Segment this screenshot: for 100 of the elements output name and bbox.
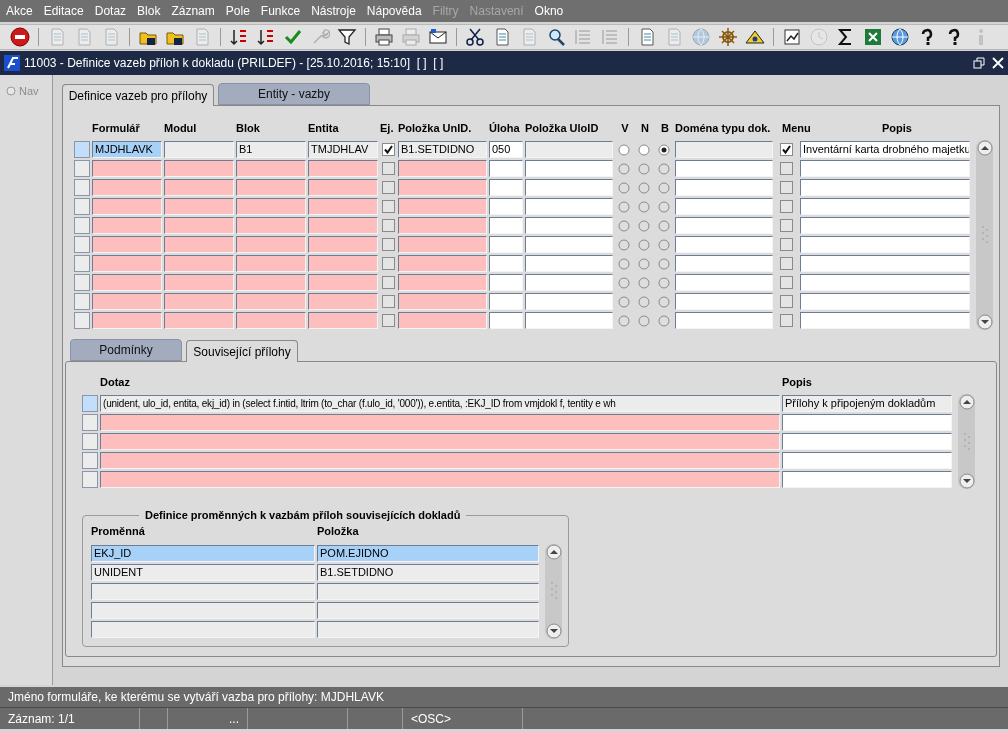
radio-button[interactable] xyxy=(638,181,650,194)
menu-item[interactable]: Funkce xyxy=(260,2,301,20)
text-field[interactable] xyxy=(675,274,773,291)
text-field[interactable] xyxy=(782,471,952,488)
text-field[interactable] xyxy=(800,274,970,291)
text-field[interactable] xyxy=(489,236,523,253)
radio-button[interactable] xyxy=(618,200,630,213)
record-indicator[interactable] xyxy=(82,414,98,431)
radio-button[interactable] xyxy=(658,257,670,270)
radio-button[interactable] xyxy=(618,181,630,194)
text-field[interactable] xyxy=(164,236,234,253)
radio-button[interactable] xyxy=(618,143,630,156)
text-field[interactable] xyxy=(675,255,773,272)
record-indicator[interactable] xyxy=(74,160,90,177)
scissors-icon[interactable] xyxy=(465,27,485,47)
text-field[interactable] xyxy=(675,236,773,253)
text-field[interactable] xyxy=(675,179,773,196)
text-field[interactable] xyxy=(308,160,378,177)
text-field[interactable] xyxy=(100,433,780,450)
text-field[interactable]: 050 xyxy=(489,141,523,158)
text-field[interactable] xyxy=(525,141,613,158)
text-field[interactable] xyxy=(164,198,234,215)
text-field[interactable]: B1.SETDIDNO xyxy=(398,141,487,158)
record-indicator[interactable] xyxy=(74,198,90,215)
text-field[interactable]: Přílohy k připojeným dokladům xyxy=(782,395,952,412)
text-field[interactable] xyxy=(782,433,952,450)
tab[interactable]: Entity - vazby xyxy=(218,83,370,105)
spreadsheet-icon[interactable] xyxy=(863,27,883,47)
text-field[interactable] xyxy=(398,293,487,310)
radio-button[interactable] xyxy=(658,162,670,175)
checkbox[interactable] xyxy=(381,143,395,156)
record-indicator[interactable] xyxy=(74,217,90,234)
text-field[interactable] xyxy=(398,217,487,234)
record-indicator[interactable] xyxy=(82,452,98,469)
checkbox[interactable] xyxy=(780,162,793,175)
radio-button[interactable] xyxy=(638,314,650,327)
text-field[interactable] xyxy=(308,179,378,196)
text-field[interactable] xyxy=(675,141,773,158)
radio-button[interactable] xyxy=(638,200,650,213)
scrollbar[interactable] xyxy=(958,394,975,489)
text-field[interactable] xyxy=(92,160,162,177)
text-field[interactable]: (unident, ulo_id, entita, ekj_id) in (select f.intid, ltrim (to_char (f.ulo_id, '000')), e.entita, :EKJ_ID from vmjdokl f, tentity e wh xyxy=(100,395,780,412)
text-field[interactable] xyxy=(675,312,773,329)
checkbox[interactable] xyxy=(381,257,395,270)
radio-button[interactable] xyxy=(658,276,670,289)
scroll-down-button[interactable] xyxy=(958,473,975,489)
radio-button[interactable] xyxy=(638,257,650,270)
text-field[interactable] xyxy=(800,312,970,329)
text-field[interactable] xyxy=(782,452,952,469)
text-field[interactable] xyxy=(308,198,378,215)
text-field[interactable] xyxy=(308,217,378,234)
radio-button[interactable] xyxy=(658,200,670,213)
text-field[interactable] xyxy=(800,293,970,310)
sort-icon[interactable] xyxy=(256,27,276,47)
text-field[interactable] xyxy=(489,179,523,196)
text-field[interactable] xyxy=(164,293,234,310)
printer-icon[interactable] xyxy=(374,27,394,47)
text-field[interactable] xyxy=(800,198,970,215)
text-field[interactable] xyxy=(236,198,306,215)
text-field[interactable] xyxy=(489,255,523,272)
text-field[interactable] xyxy=(100,414,780,431)
text-field[interactable] xyxy=(92,236,162,253)
menu-item[interactable]: Okno xyxy=(534,2,564,20)
magnifier-icon[interactable] xyxy=(546,27,566,47)
radio-button[interactable] xyxy=(638,238,650,251)
radio-button[interactable] xyxy=(658,238,670,251)
text-field[interactable] xyxy=(236,274,306,291)
checkbox[interactable] xyxy=(381,295,395,308)
text-field[interactable] xyxy=(164,255,234,272)
checkbox[interactable] xyxy=(381,219,395,232)
text-field[interactable] xyxy=(92,179,162,196)
scroll-down-button[interactable] xyxy=(545,622,562,639)
text-field[interactable] xyxy=(236,179,306,196)
text-field[interactable] xyxy=(164,141,234,158)
menu-item[interactable]: Akce xyxy=(6,2,33,20)
checkbox[interactable] xyxy=(780,314,793,327)
radio-button[interactable] xyxy=(658,219,670,232)
text-field[interactable] xyxy=(236,255,306,272)
text-field[interactable] xyxy=(489,160,523,177)
record-indicator[interactable] xyxy=(82,471,98,488)
radio-button[interactable] xyxy=(658,181,670,194)
text-field[interactable] xyxy=(92,293,162,310)
text-field[interactable] xyxy=(308,312,378,329)
radio-button[interactable] xyxy=(618,295,630,308)
scrollbar[interactable] xyxy=(545,543,562,639)
text-field[interactable] xyxy=(398,274,487,291)
text-field[interactable] xyxy=(675,198,773,215)
checkbox[interactable] xyxy=(780,219,793,232)
text-field[interactable] xyxy=(236,293,306,310)
radio-button[interactable] xyxy=(638,219,650,232)
menu-item[interactable]: Blok xyxy=(137,2,161,20)
checkbox[interactable] xyxy=(780,238,793,251)
filter-icon[interactable] xyxy=(337,27,357,47)
text-field[interactable] xyxy=(489,217,523,234)
text-field[interactable] xyxy=(525,255,613,272)
text-field[interactable] xyxy=(100,471,780,488)
menu-item[interactable]: Dotaz xyxy=(94,2,127,20)
radio-button[interactable] xyxy=(638,276,650,289)
text-field[interactable] xyxy=(92,198,162,215)
text-field[interactable] xyxy=(236,312,306,329)
